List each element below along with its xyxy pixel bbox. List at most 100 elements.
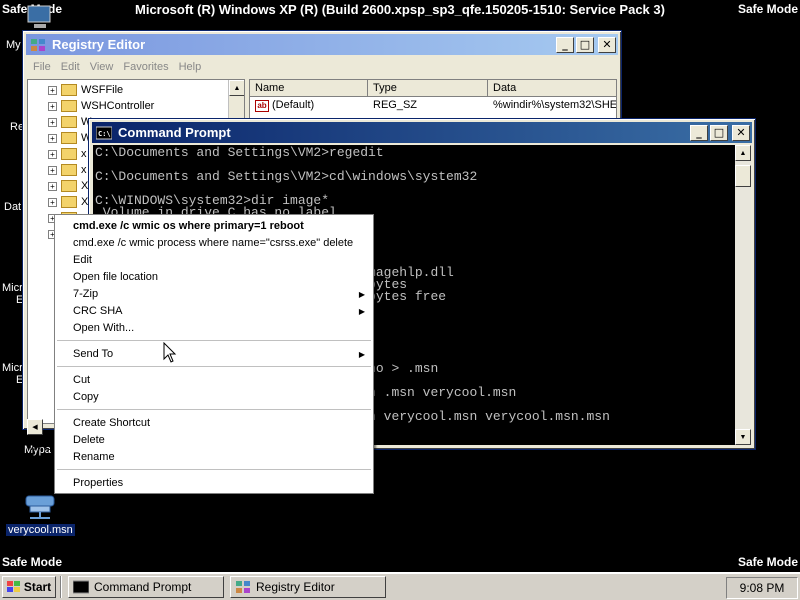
taskbar-separator <box>60 576 62 598</box>
task-label: Registry Editor <box>256 580 335 594</box>
desktop-label-micr-1[interactable]: Micr <box>2 282 23 294</box>
scroll-down-arrow-icon[interactable]: ▼ <box>735 429 751 445</box>
console-line: C:\Documents and Settings\VM2>cd\windows… <box>95 169 478 184</box>
maximize-button[interactable]: □ <box>710 124 728 141</box>
build-banner: Microsoft (R) Windows XP (R) (Build 2600… <box>135 2 665 17</box>
menu-separator <box>57 340 371 341</box>
scroll-left-arrow-icon[interactable]: ◀ <box>27 419 43 435</box>
folder-icon <box>61 148 77 160</box>
expand-icon[interactable]: + <box>48 133 57 143</box>
console-icon: C:\ <box>96 126 112 139</box>
value-type-cell: REG_SZ <box>373 99 418 111</box>
network-file-icon[interactable] <box>24 490 56 522</box>
tree-item-label: x <box>81 164 87 176</box>
menu-item-label: Properties <box>73 477 124 489</box>
column-header-type[interactable]: Type <box>368 80 488 96</box>
taskbar-button-registry-editor[interactable]: Registry Editor <box>230 576 386 598</box>
scroll-up-arrow-icon[interactable]: ▲ <box>735 145 751 161</box>
submenu-arrow-icon: ▶ <box>358 350 365 359</box>
expand-icon[interactable]: + <box>48 149 57 159</box>
menu-item-send-to[interactable]: Send To ▶ <box>73 346 365 363</box>
menu-file[interactable]: File <box>33 61 51 73</box>
menu-favorites[interactable]: Favorites <box>123 61 168 73</box>
mouse-cursor-icon <box>163 342 177 363</box>
string-value-icon: ab <box>255 99 269 112</box>
menu-item-wmic-reboot[interactable]: cmd.exe /c wmic os where primary=1 reboo… <box>73 218 365 235</box>
safe-mode-label-bottom-right: Safe Mode <box>737 555 798 569</box>
folder-icon <box>61 84 77 96</box>
system-tray-clock[interactable]: 9:08 PM <box>726 577 798 599</box>
menu-item-properties[interactable]: Properties <box>73 475 365 492</box>
expand-icon[interactable]: + <box>48 101 57 111</box>
tree-item-label: WSFFile <box>81 84 124 96</box>
column-header-data[interactable]: Data <box>488 80 616 96</box>
menu-item-label: CRC SHA <box>73 305 123 317</box>
menu-item-label: Copy <box>73 391 99 403</box>
expand-icon[interactable]: + <box>48 165 57 175</box>
taskbar: Start Command Prompt Registry Editor 9:0… <box>0 572 800 600</box>
menu-item-label: cmd.exe /c wmic os where primary=1 reboo… <box>73 220 304 232</box>
close-button[interactable]: ✕ <box>598 36 616 53</box>
start-label: Start <box>23 580 52 594</box>
menu-item-label: Rename <box>73 451 115 463</box>
console-icon <box>73 580 89 594</box>
command-prompt-titlebar[interactable]: C:\ Command Prompt _ □ ✕ <box>92 122 752 143</box>
menu-item-7zip[interactable]: 7-Zip ▶ <box>73 286 365 303</box>
table-row[interactable]: ab (Default) REG_SZ %windir%\system32\SHE <box>250 97 616 113</box>
close-button[interactable]: ✕ <box>732 124 750 141</box>
tree-item[interactable]: + WSFFile <box>28 82 244 98</box>
registry-editor-icon <box>236 581 250 593</box>
expand-icon[interactable]: + <box>48 85 57 95</box>
minimize-button[interactable]: _ <box>690 124 708 141</box>
menu-item-create-shortcut[interactable]: Create Shortcut <box>73 415 365 432</box>
desktop-label-micr-2[interactable]: Micr <box>2 362 23 374</box>
expand-icon[interactable]: + <box>48 117 57 127</box>
maximize-button[interactable]: □ <box>576 36 594 53</box>
menu-item-label: Send To <box>73 348 114 360</box>
menu-item-label: Cut <box>73 374 91 386</box>
menu-item-copy[interactable]: Copy <box>73 389 365 406</box>
menu-item-label: Open With... <box>73 322 135 334</box>
menu-help[interactable]: Help <box>179 61 202 73</box>
menu-item-label: Create Shortcut <box>73 417 151 429</box>
column-header-name[interactable]: Name <box>250 80 368 96</box>
menu-item-open-file-location[interactable]: Open file location <box>73 269 365 286</box>
registry-menubar: File Edit View Favorites Help <box>27 57 617 77</box>
svg-text:C:\: C:\ <box>98 130 111 138</box>
scroll-up-arrow-icon[interactable]: ▲ <box>229 80 244 96</box>
folder-icon <box>61 180 77 192</box>
value-name-cell: ab (Default) <box>250 99 368 112</box>
value-name: (Default) <box>272 98 315 111</box>
console-line: C:\Documents and Settings\VM2>regedit <box>95 145 384 160</box>
task-label: Command Prompt <box>94 580 192 594</box>
menu-item-crc-sha[interactable]: CRC SHA ▶ <box>73 303 365 320</box>
menu-item-delete[interactable]: Delete <box>73 432 365 449</box>
submenu-arrow-icon: ▶ <box>358 307 365 316</box>
menu-item-rename[interactable]: Rename <box>73 449 365 466</box>
menu-item-wmic-delete-csrss[interactable]: cmd.exe /c wmic process where name="csrs… <box>73 235 365 252</box>
expand-icon[interactable]: + <box>48 197 57 207</box>
menu-edit[interactable]: Edit <box>61 61 80 73</box>
registry-editor-titlebar[interactable]: Registry Editor _ □ ✕ <box>26 34 618 55</box>
menu-separator <box>57 366 371 367</box>
menu-item-open-with[interactable]: Open With... <box>73 320 365 337</box>
desktop-label-dat[interactable]: Dat <box>4 201 21 213</box>
minimize-button[interactable]: _ <box>556 36 574 53</box>
expand-icon[interactable]: + <box>48 181 57 191</box>
menu-item-edit[interactable]: Edit <box>73 252 365 269</box>
folder-icon <box>61 132 77 144</box>
tree-item[interactable]: + WSHController <box>28 98 244 114</box>
desktop-file-label-verycool[interactable]: verycool.msn <box>6 524 75 536</box>
console-vertical-scrollbar[interactable]: ▲ ▼ <box>735 145 751 445</box>
menu-separator <box>57 469 371 470</box>
menu-item-label: Delete <box>73 434 105 446</box>
desktop-label-my[interactable]: My <box>6 39 21 51</box>
start-button[interactable]: Start <box>2 576 56 598</box>
context-menu[interactable]: cmd.exe /c wmic os where primary=1 reboo… <box>54 214 374 494</box>
menu-view[interactable]: View <box>90 61 114 73</box>
scrollbar-thumb[interactable] <box>735 165 751 187</box>
folder-icon <box>61 116 77 128</box>
taskbar-button-command-prompt[interactable]: Command Prompt <box>68 576 224 598</box>
menu-item-label: Edit <box>73 254 92 266</box>
menu-item-cut[interactable]: Cut <box>73 372 365 389</box>
